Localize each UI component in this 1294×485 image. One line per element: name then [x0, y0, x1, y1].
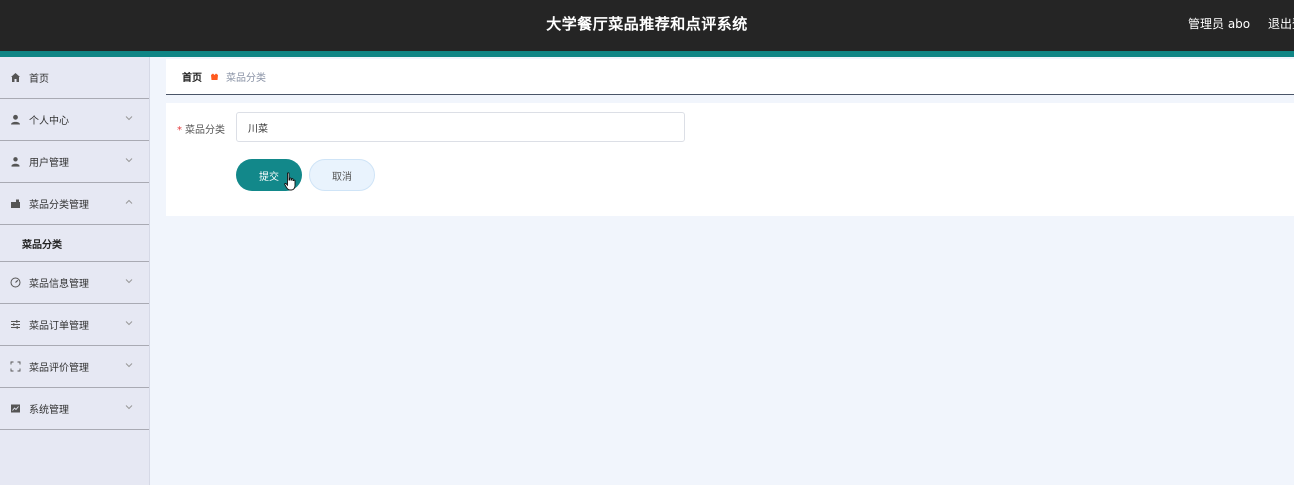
sidebar-subitem-dish-category[interactable]: 菜品分类 [0, 225, 149, 262]
sidebar-item-label: 用户管理 [29, 158, 69, 169]
chart-icon [10, 403, 21, 414]
current-user: 管理员 abo [1188, 17, 1251, 31]
sidebar-item-dish-info-management[interactable]: 菜品信息管理 [0, 262, 149, 304]
chevron-down-icon [124, 360, 134, 370]
sidebar-item-label: 个人中心 [29, 116, 69, 127]
breadcrumb-home[interactable]: 首页 [182, 69, 202, 84]
category-input[interactable] [236, 112, 685, 142]
chevron-down-icon [124, 113, 134, 123]
dashboard-icon [10, 277, 21, 288]
sidebar-item-dish-category-management[interactable]: 菜品分类管理 [0, 183, 149, 225]
sidebar-item-dish-review-management[interactable]: 菜品评价管理 [0, 346, 149, 388]
top-bar: 大学餐厅菜品推荐和点评系统 管理员 abo 退出登录 [0, 0, 1294, 57]
sidebar-item-dish-order-management[interactable]: 菜品订单管理 [0, 304, 149, 346]
chevron-up-icon [124, 197, 134, 207]
sidebar-item-label: 菜品信息管理 [29, 279, 89, 290]
breadcrumb-separator-icon [210, 72, 219, 81]
hand-cursor-icon [284, 172, 298, 192]
sidebar-item-label: 菜品订单管理 [29, 321, 89, 332]
home-icon [10, 72, 21, 83]
person-icon [10, 114, 21, 125]
sidebar: 首页 个人中心 用户管理 菜品分类管理 菜品分类 菜品信息管理 菜品订单管理 菜… [0, 57, 150, 485]
cancel-button[interactable]: 取消 [309, 159, 375, 191]
sidebar-item-label: 菜品分类管理 [29, 200, 89, 211]
sidebar-item-user-management[interactable]: 用户管理 [0, 141, 149, 183]
folder-icon [10, 198, 21, 209]
category-form: *菜品分类 提交 取消 [166, 103, 1294, 216]
user-icon [10, 156, 21, 167]
required-mark: * [177, 125, 182, 136]
sliders-icon [10, 319, 21, 330]
breadcrumb: 首页 菜品分类 [166, 59, 1294, 95]
sidebar-item-label: 系统管理 [29, 405, 69, 416]
category-label-text: 菜品分类 [185, 125, 225, 136]
sidebar-item-system-management[interactable]: 系统管理 [0, 388, 149, 430]
category-field-label: * 菜品分类 [177, 121, 225, 136]
sidebar-item-home[interactable]: 首页 [0, 57, 149, 99]
logout-link[interactable]: 退出登录 [1268, 15, 1294, 32]
chevron-down-icon [124, 155, 134, 165]
sidebar-item-label: 首页 [29, 74, 49, 85]
chevron-down-icon [124, 318, 134, 328]
fullscreen-icon [10, 361, 21, 372]
chevron-down-icon [124, 402, 134, 412]
app-title: 大学餐厅菜品推荐和点评系统 [546, 15, 748, 33]
chevron-down-icon [124, 276, 134, 286]
sidebar-item-personal-center[interactable]: 个人中心 [0, 99, 149, 141]
sidebar-item-label: 菜品评价管理 [29, 363, 89, 374]
sidebar-subitem-label: 菜品分类 [22, 239, 62, 251]
breadcrumb-current: 菜品分类 [226, 73, 266, 84]
